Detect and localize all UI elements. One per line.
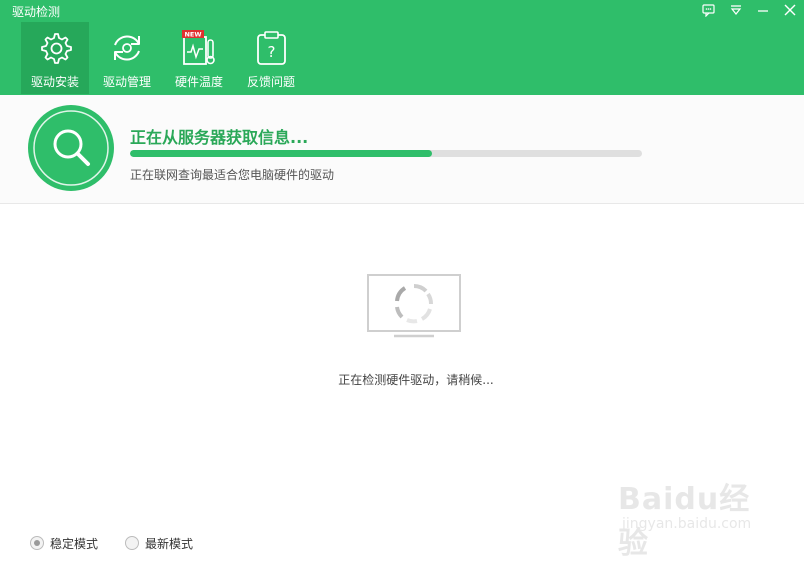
tab-label: 硬件温度 <box>174 75 223 89</box>
status-subtitle: 正在联网查询最适合您电脑硬件的驱动 <box>130 168 335 182</box>
close-icon[interactable] <box>782 3 800 19</box>
thermometer-icon: NEW <box>182 30 215 65</box>
tab-label: 驱动管理 <box>102 75 151 89</box>
feedback-icon[interactable] <box>701 3 719 19</box>
question-icon: ? <box>257 31 286 65</box>
progress-bar <box>130 150 642 157</box>
radio-latest[interactable] <box>125 536 139 550</box>
mode-label: 最新模式 <box>145 537 194 551</box>
mode-label: 稳定模式 <box>50 537 99 551</box>
tab-label: 驱动安装 <box>30 75 79 89</box>
window-title: 驱动检测 <box>12 5 61 19</box>
radio-stable[interactable] <box>30 536 44 550</box>
tab-label: 反馈问题 <box>246 75 295 89</box>
menu-icon[interactable] <box>728 3 746 19</box>
watermark-sub: jingyan.baidu.com <box>622 516 752 532</box>
tab-driver-manage[interactable]: 驱动管理 <box>93 22 161 94</box>
header-bar: 驱动检测 驱动安装 驱动管理 NEW 硬件温度 ? 反馈问题 <box>0 0 804 95</box>
tab-driver-install[interactable]: 驱动安装 <box>21 22 89 94</box>
driver-detect-window: 驱动检测 驱动安装 驱动管理 NEW 硬件温度 ? 反馈问题 正在从服务器获取信… <box>0 0 804 561</box>
status-title: 正在从服务器获取信息... <box>130 128 309 147</box>
tab-hardware-temp[interactable]: NEW 硬件温度 <box>165 22 233 94</box>
gear-icon <box>41 33 72 64</box>
watermark: Baidu经验 jingyan.baidu.com <box>618 474 764 561</box>
refresh-icon <box>114 35 140 61</box>
mode-latest[interactable]: 最新模式 <box>125 535 193 552</box>
new-badge: NEW <box>184 31 201 39</box>
minimize-icon[interactable] <box>755 3 773 19</box>
monitor-loading-icon <box>367 274 461 338</box>
svg-text:?: ? <box>268 43 276 61</box>
progress-fill <box>130 150 433 157</box>
search-status-icon <box>28 105 114 191</box>
tab-feedback[interactable]: ? 反馈问题 <box>237 22 305 94</box>
mode-stable[interactable]: 稳定模式 <box>30 535 98 552</box>
detecting-text: 正在检测硬件驱动，请稍候... <box>338 373 494 387</box>
